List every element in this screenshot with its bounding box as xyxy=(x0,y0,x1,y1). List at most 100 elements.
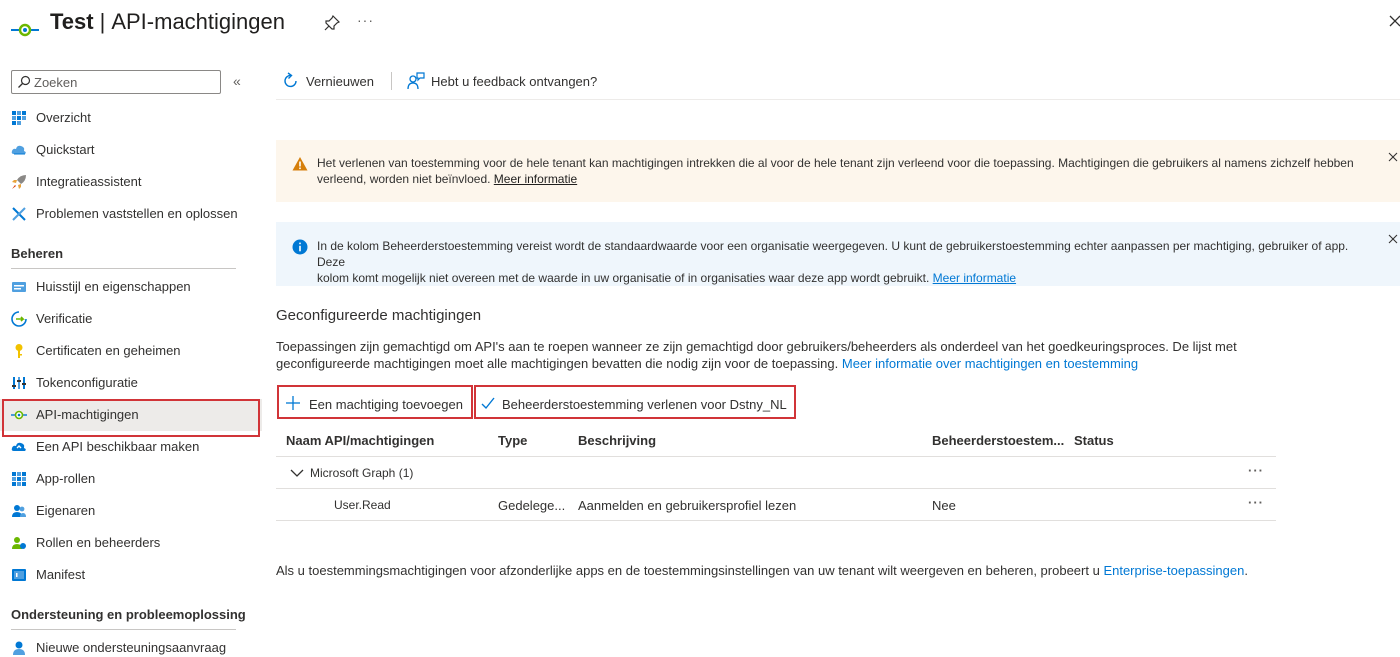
close-icon[interactable] xyxy=(1388,14,1400,28)
description-line-2-text: geconfigureerde machtigingen moet alle m… xyxy=(276,356,839,371)
sidebar-item-integration-assistant[interactable]: Integratieassistent xyxy=(0,166,262,198)
title-separator: | xyxy=(99,9,106,34)
column-header-admin-consent[interactable]: Beheerderstoestem... xyxy=(932,433,1064,448)
permission-name-link[interactable]: User.Read xyxy=(334,498,391,512)
sidebar-item-label: Tokenconfiguratie xyxy=(36,375,138,390)
sidebar-item-manifest[interactable]: Manifest xyxy=(0,559,262,591)
sidebar-item-certificates[interactable]: Certificaten en geheimen xyxy=(0,335,262,367)
sidebar: « Overzicht Quickstart Integratieassiste… xyxy=(0,60,262,657)
enterprise-apps-note-text: Als u toestemmingsmachtigingen voor afzo… xyxy=(276,563,1100,578)
sidebar-item-label: Certificaten en geheimen xyxy=(36,343,181,358)
feedback-person-icon xyxy=(407,72,425,90)
page-title: Test | API-machtigingen xyxy=(50,9,285,35)
sidebar-item-label: API-machtigingen xyxy=(36,407,139,422)
feedback-label: Hebt u feedback ontvangen? xyxy=(431,74,598,89)
warning-line-1: Het verlenen van toestemming voor de hel… xyxy=(317,156,1354,170)
authentication-icon xyxy=(11,311,27,327)
cloud-quickstart-icon xyxy=(11,145,26,155)
sidebar-item-roles-admins[interactable]: Rollen en beheerders xyxy=(0,527,262,559)
refresh-icon xyxy=(284,72,297,88)
configured-permissions-description: Toepassingen zijn gemachtigd om API's aa… xyxy=(276,338,1276,372)
sidebar-item-overview[interactable]: Overzicht xyxy=(0,102,262,134)
sidebar-item-label: Problemen vaststellen en oplossen xyxy=(36,206,238,221)
dismiss-warning-icon[interactable] xyxy=(1388,152,1398,162)
warning-banner: Het verlenen van toestemming voor de hel… xyxy=(276,140,1400,202)
permissions-consent-info-link[interactable]: Meer informatie over machtigingen en toe… xyxy=(842,356,1138,371)
search-icon xyxy=(18,75,31,88)
configured-permissions-heading: Geconfigureerde machtigingen xyxy=(276,307,482,324)
grant-admin-consent-button[interactable]: Beheerderstoestemming verlenen voor Dstn… xyxy=(474,385,796,419)
page-name: API-machtigingen xyxy=(111,9,285,34)
description-line-1: Toepassingen zijn gemachtigd om API's aa… xyxy=(276,339,1237,354)
row-more-icon[interactable]: ··· xyxy=(1248,495,1264,510)
sidebar-item-app-roles[interactable]: App-rollen xyxy=(0,463,262,495)
add-permission-button[interactable]: Een machtiging toevoegen xyxy=(277,385,473,419)
app-registration-icon xyxy=(11,23,39,37)
section-divider xyxy=(11,268,236,269)
sidebar-item-authentication[interactable]: Verificatie xyxy=(0,303,262,335)
section-divider xyxy=(11,629,236,630)
token-bars-icon xyxy=(12,377,26,389)
chevron-down-icon[interactable] xyxy=(290,468,304,478)
sidebar-item-expose-api[interactable]: Een API beschikbaar maken xyxy=(0,431,262,463)
table-row: User.Read Gedelege... Aanmelden en gebru… xyxy=(276,489,1276,520)
manifest-icon xyxy=(12,569,26,581)
group-link-microsoft-graph[interactable]: Microsoft Graph (1) xyxy=(310,466,413,480)
sidebar-item-label: Quickstart xyxy=(36,142,95,157)
sidebar-item-new-support-request[interactable]: Nieuwe ondersteuningsaanvraag xyxy=(0,632,262,657)
enterprise-apps-note: Als u toestemmingsmachtigingen voor afzo… xyxy=(276,563,1248,578)
column-header-status[interactable]: Status xyxy=(1074,433,1114,448)
overview-grid-icon xyxy=(12,111,26,125)
support-person-icon xyxy=(13,641,25,655)
sidebar-item-api-permissions[interactable]: API-machtigingen xyxy=(0,399,262,437)
owners-people-icon xyxy=(12,505,26,517)
column-header-type[interactable]: Type xyxy=(498,433,527,448)
api-permissions-icon xyxy=(11,410,27,420)
refresh-button[interactable]: Vernieuwen xyxy=(282,72,382,92)
sidebar-item-token-configuration[interactable]: Tokenconfiguratie xyxy=(0,367,262,399)
info-banner: In de kolom Beheerderstoestemming vereis… xyxy=(276,222,1400,286)
command-bar: Vernieuwen Hebt u feedback ontvangen? xyxy=(276,62,1400,100)
group-more-icon[interactable]: ··· xyxy=(1248,463,1264,478)
permission-type: Gedelege... xyxy=(498,498,566,513)
info-icon xyxy=(292,239,308,255)
plus-icon xyxy=(286,396,300,410)
sidebar-item-label: Manifest xyxy=(36,567,86,582)
sidebar-item-label: Een API beschikbaar maken xyxy=(36,439,200,454)
warning-text: Het verlenen van toestemming voor de hel… xyxy=(317,155,1377,187)
info-line-2: kolom komt mogelijk niet overeen met de … xyxy=(317,270,1377,286)
cloud-expose-icon xyxy=(11,442,26,451)
warning-more-info-link[interactable]: Meer informatie xyxy=(494,172,577,186)
feedback-button[interactable]: Hebt u feedback ontvangen? xyxy=(407,72,607,92)
footer-end: . xyxy=(1244,563,1248,578)
section-heading-support: Ondersteuning en probleemoplossing xyxy=(11,607,246,622)
app-roles-grid-icon xyxy=(12,472,26,486)
column-header-name[interactable]: Naam API/machtigingen xyxy=(286,433,434,448)
sidebar-item-troubleshoot[interactable]: Problemen vaststellen en oplossen xyxy=(0,198,262,230)
permission-description: Aanmelden en gebruikersprofiel lezen xyxy=(578,498,797,513)
info-line-1: In de kolom Beheerderstoestemming vereis… xyxy=(317,239,1349,269)
checkmark-icon xyxy=(481,397,495,410)
description-line-2: geconfigureerde machtigingen moet alle m… xyxy=(276,355,1276,372)
pin-icon[interactable] xyxy=(324,15,340,31)
group-row-microsoft-graph[interactable]: Microsoft Graph (1) ··· xyxy=(276,457,1276,488)
search-input[interactable] xyxy=(34,74,214,90)
wrench-icon xyxy=(12,207,26,221)
sidebar-item-owners[interactable]: Eigenaren xyxy=(0,495,262,527)
sidebar-item-label: Integratieassistent xyxy=(36,174,142,189)
branding-icon xyxy=(12,282,26,292)
dismiss-info-icon[interactable] xyxy=(1388,234,1398,244)
sidebar-item-label: Overzicht xyxy=(36,110,91,125)
column-header-description[interactable]: Beschrijving xyxy=(578,433,656,448)
roles-admins-icon xyxy=(12,537,26,549)
sidebar-item-label: App-rollen xyxy=(36,471,96,486)
sidebar-search[interactable] xyxy=(11,70,221,94)
enterprise-applications-link[interactable]: Enterprise-toepassingen xyxy=(1103,563,1244,578)
warning-icon xyxy=(292,157,308,171)
more-options-icon[interactable]: ··· xyxy=(357,12,374,28)
collapse-sidebar-button[interactable]: « xyxy=(233,73,241,89)
sidebar-item-quickstart[interactable]: Quickstart xyxy=(0,134,262,166)
info-more-info-link[interactable]: Meer informatie xyxy=(933,271,1016,285)
sidebar-item-branding[interactable]: Huisstijl en eigenschappen xyxy=(0,271,262,303)
permission-admin-consent: Nee xyxy=(932,498,956,513)
